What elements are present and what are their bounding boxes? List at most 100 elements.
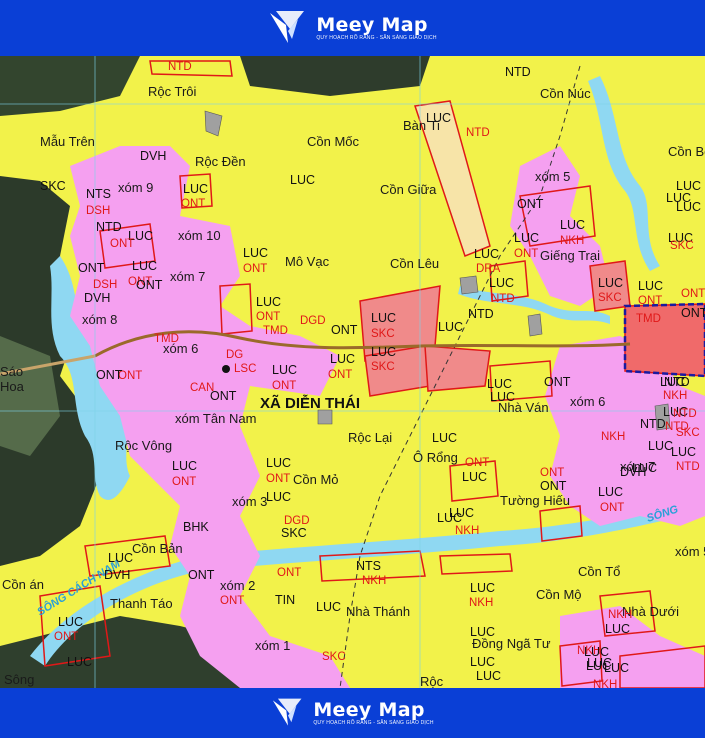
place-name: Mẫu Trên: [40, 134, 95, 149]
landuse-code-label: LUC: [470, 581, 495, 595]
landuse-code-label: LUC: [272, 363, 297, 377]
header-bar: Meey Map QUY HOẠCH RÕ RÀNG - SẴN SÀNG GI…: [0, 0, 705, 56]
landuse-code-label: NKH: [593, 679, 617, 688]
place-name: Cồn Bê: [668, 144, 705, 159]
landuse-code-label: LUC: [132, 259, 157, 273]
landuse-code-label: NTD: [468, 307, 494, 321]
landuse-code-label: LUC: [514, 231, 539, 245]
place-name: Cồn Lêu: [390, 256, 439, 271]
place-name: xóm Tân Nam: [175, 411, 256, 426]
landuse-code-label: ONT: [328, 369, 352, 381]
place-name: Nhà Thánh: [346, 604, 410, 619]
landuse-code-label: DSH: [86, 205, 110, 217]
landuse-code-label: ONT: [544, 375, 571, 389]
brand-footer[interactable]: Meey Map QUY HOẠCH RÕ RÀNG - SẴN SÀNG GI…: [271, 697, 433, 729]
landuse-code-label: LUC: [489, 276, 514, 290]
landuse-code-label: BHK: [183, 520, 209, 534]
place-name: xóm 1: [255, 638, 290, 653]
brand-name: Meey Map: [316, 13, 428, 36]
landuse-code-label: ONT: [681, 288, 705, 300]
landuse-code-label: NTD: [673, 408, 697, 420]
landuse-code-label: SKC: [281, 526, 307, 540]
landuse-code-label: NKH: [601, 431, 625, 443]
landuse-code-label: TIN: [275, 593, 295, 607]
landuse-code-label: LUC: [256, 295, 281, 309]
landuse-code-label: NKH: [362, 575, 386, 587]
landuse-code-label: NKH: [455, 525, 479, 537]
landuse-code-label: NKH: [663, 390, 687, 402]
commune-name: XÃ DIỄN THÁI: [260, 394, 360, 412]
landuse-code-label: DRA: [476, 263, 501, 275]
landuse-code-label: DVH: [140, 149, 166, 163]
place-name: Thanh Táo: [110, 596, 173, 611]
brand-name: Meey Map: [313, 698, 425, 721]
landuse-code-label: LUC: [470, 655, 495, 669]
planning-map[interactable]: Rộc Trôi Mẫu Trên Rộc Đền Cồn Mốc Cồn Gi…: [0, 56, 705, 688]
place-name: Sông: [4, 672, 34, 687]
landuse-code-label: LUC: [476, 669, 501, 683]
landuse-code-label: NTD: [505, 65, 531, 79]
forest-area-north: [240, 56, 430, 96]
landuse-code-label: LUC: [426, 111, 451, 125]
landuse-code-label: NTD: [640, 417, 666, 431]
place-name: xóm 5: [675, 544, 705, 559]
landuse-code-label: SKC: [676, 427, 700, 439]
landuse-code-label: LUC: [172, 459, 197, 473]
place-name: Ô Rổng: [413, 450, 458, 465]
landuse-code-label: LUC: [371, 345, 396, 359]
landuse-code-label: LUC: [638, 279, 663, 293]
place-name: Tường Hiếu: [500, 493, 570, 508]
landuse-code-label: LUC: [432, 431, 457, 445]
landuse-code-label: ONT: [256, 311, 280, 323]
landuse-code-label: LUC: [438, 320, 463, 334]
place-name: Rộc: [420, 674, 444, 688]
landuse-code-label: NTS: [356, 559, 381, 573]
landuse-code-label: LUC: [676, 200, 701, 214]
landuse-code-label: SKC: [598, 292, 622, 304]
landuse-code-label: ONT: [540, 467, 564, 479]
map-canvas: Rộc Trôi Mẫu Trên Rộc Đền Cồn Mốc Cồn Gi…: [0, 56, 705, 688]
landuse-code-label: LUC: [437, 511, 462, 525]
landuse-code-label: LUC: [266, 456, 291, 470]
landuse-code-label: NKH: [469, 597, 493, 609]
landuse-code-label: NTD: [664, 375, 690, 389]
landuse-code-label: LUC: [648, 439, 673, 453]
landuse-code-label: SKC: [322, 651, 346, 663]
landuse-code-label: SKC: [371, 361, 395, 373]
landuse-code-label: LUC: [584, 645, 609, 659]
landuse-code-label: ONT: [277, 567, 301, 579]
landuse-code-label: TMD: [636, 313, 661, 325]
landuse-code-label: LUC: [632, 461, 657, 475]
meey-logo-icon: [273, 698, 302, 726]
landuse-code-label: LUC: [290, 173, 315, 187]
place-name: xóm 9: [118, 180, 153, 195]
landuse-code-label: SKC: [371, 328, 395, 340]
place-name: Cồn Núc: [540, 86, 591, 101]
landuse-code-label: LUC: [371, 311, 396, 325]
landuse-code-label: ONT: [96, 368, 123, 382]
footer-bar: Meey Map QUY HOẠCH RÕ RÀNG - SẴN SÀNG GI…: [0, 688, 705, 738]
landuse-code-label: LUC: [586, 659, 611, 673]
landuse-code-label: ONT: [136, 278, 163, 292]
landuse-code-label: ONT: [517, 197, 544, 211]
landuse-code-label: ONT: [540, 479, 567, 493]
place-name: xóm 8: [82, 312, 117, 327]
landuse-code-label: NTD: [466, 127, 490, 139]
landuse-code-label: SKC: [670, 240, 694, 252]
landmark-dot: [222, 365, 230, 373]
landuse-code-label: TMD: [263, 325, 288, 337]
landuse-code-label: ONT: [514, 248, 538, 260]
landuse-code-label: DVH: [84, 291, 110, 305]
brand-tagline: QUY HOẠCH RÕ RÀNG - SẴN SÀNG GIAO DỊCH: [316, 34, 437, 41]
landuse-code-label: ONT: [54, 631, 78, 643]
brand[interactable]: Meey Map QUY HOẠCH RÕ RÀNG - SẴN SÀNG GI…: [268, 9, 436, 47]
landuse-code-label: ONT: [638, 295, 662, 307]
landuse-code-label: TMD: [154, 333, 179, 345]
landuse-code-label: NTD: [96, 220, 122, 234]
landuse-code-label: ONT: [243, 263, 267, 275]
landuse-code-label: ONT: [110, 238, 134, 250]
landuse-code-label: LUC: [243, 246, 268, 260]
landuse-code-label: CAN: [190, 382, 214, 394]
landuse-code-label: LSC: [234, 363, 256, 375]
place-name: Cồn Bản: [132, 541, 183, 556]
